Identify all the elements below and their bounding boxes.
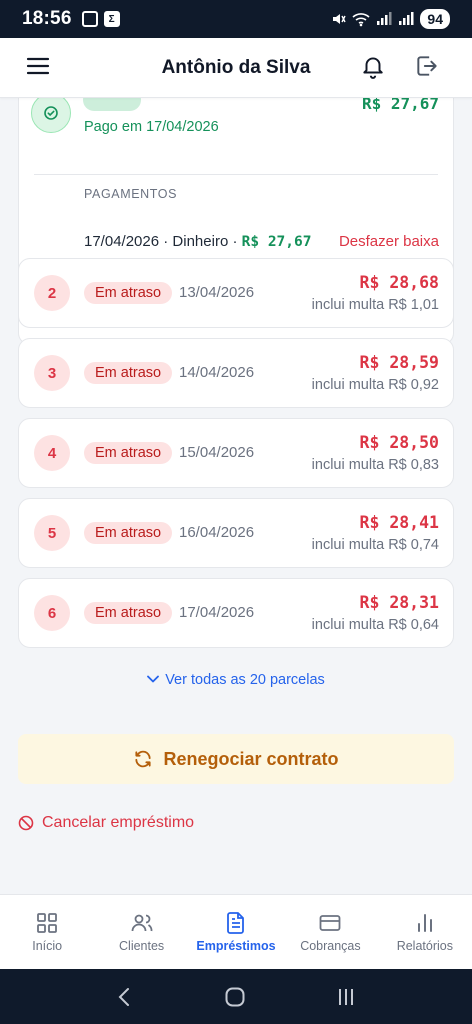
bottom-navigation: Início Clientes Empréstimos Cobranças Re… [0,894,472,969]
app-header: Antônio da Silva [0,38,472,98]
installment-card[interactable]: 3 Em atraso 14/04/2026 R$ 28,59 inclui m… [18,338,454,408]
installment-card[interactable]: 4 Em atraso 15/04/2026 R$ 28,50 inclui m… [18,418,454,488]
screenshot-icon [81,11,98,27]
nav-label: Cobranças [300,939,361,953]
wifi-icon [352,13,370,27]
nav-item-cobrancas[interactable]: Cobranças [283,895,377,969]
divider [34,174,438,175]
installment-amount: R$ 28,50 [359,433,439,452]
paid-check-icon [31,98,71,133]
battery-indicator: 94 [420,9,450,29]
due-date: 16/04/2026 [179,524,255,541]
status-badge: Em atraso [84,602,173,624]
nav-item-emprestimos[interactable]: Empréstimos [189,895,283,969]
paid-amount: R$ 27,67 [361,98,439,113]
see-all-installments-link[interactable]: Ver todas as 20 parcelas [0,672,472,688]
installment-amount: R$ 28,59 [359,353,439,372]
installment-number: 3 [34,355,70,391]
renegotiate-label: Renegociar contrato [163,748,339,769]
status-time: 18:56 [22,8,72,29]
payment-method: Dinheiro [172,233,229,250]
grid-icon [37,913,58,933]
cancel-label: Cancelar empréstimo [42,814,195,831]
see-all-label: Ver todas as 20 parcelas [165,672,325,688]
fine-note: inclui multa R$ 0,83 [311,457,439,473]
installment-card[interactable]: 5 Em atraso 16/04/2026 R$ 28,41 inclui m… [18,498,454,568]
users-icon [131,914,153,932]
credit-card-icon [320,915,341,931]
installment-number: 2 [34,275,70,311]
nav-label: Clientes [119,939,165,953]
fine-note: inclui multa R$ 0,74 [311,537,439,553]
paid-status-badge [83,98,141,111]
installment-amount: R$ 28,31 [359,593,439,612]
installment-amount: R$ 28,41 [359,513,439,532]
installment-amount: R$ 28,68 [359,273,439,292]
signal-icon [377,12,392,25]
payment-amount: R$ 27,67 [241,234,312,250]
recents-icon[interactable] [335,986,357,1008]
app-notification-icon: Σ [103,11,120,27]
fine-note: inclui multa R$ 0,92 [311,377,439,393]
fine-note: inclui multa R$ 1,01 [311,297,439,313]
status-badge: Em atraso [84,442,173,464]
fine-note: inclui multa R$ 0,64 [311,617,439,633]
system-navigation-bar [0,969,472,1024]
content-scroll-area[interactable]: Pago em 17/04/2026 R$ 27,67 PAGAMENTOS 1… [0,98,472,894]
nav-item-relatorios[interactable]: Relatórios [378,895,472,969]
undo-payment-link[interactable]: Desfazer baixa [339,233,439,250]
installment-number: 6 [34,595,70,631]
nav-label: Início [32,939,63,953]
payment-date: 17/04/2026 [84,233,160,250]
paid-date: Pago em 17/04/2026 [84,119,219,135]
mute-icon [333,14,347,24]
bell-icon[interactable] [360,53,386,79]
status-badge: Em atraso [84,362,173,384]
status-badge: Em atraso [84,522,173,544]
status-badge: Em atraso [84,282,173,304]
payments-section-label: PAGAMENTOS [84,187,178,201]
logout-icon[interactable] [414,53,440,79]
installment-number: 4 [34,435,70,471]
nav-item-inicio[interactable]: Início [0,895,94,969]
document-icon [227,912,244,934]
nav-label: Relatórios [396,939,453,953]
refresh-icon [135,750,152,768]
due-date: 14/04/2026 [179,364,255,381]
installment-card[interactable]: 6 Em atraso 17/04/2026 R$ 28,31 inclui m… [18,578,454,648]
installment-card[interactable]: 2 Em atraso 13/04/2026 R$ 28,68 inclui m… [18,258,454,328]
cancel-loan-link[interactable]: Cancelar empréstimo [18,814,194,832]
bar-chart-icon [417,914,432,932]
signal-icon-2 [399,12,414,25]
ban-icon [18,815,34,831]
chevron-down-icon [147,675,160,683]
payment-record: 17/04/2026 · Dinheiro · R$ 27,67 [84,233,312,250]
page-title: Antônio da Silva [161,56,311,78]
nav-item-clientes[interactable]: Clientes [94,895,188,969]
nav-label: Empréstimos [196,939,276,953]
due-date: 17/04/2026 [179,604,255,621]
due-date: 15/04/2026 [179,444,255,461]
home-icon[interactable] [224,986,246,1008]
renegotiate-contract-button[interactable]: Renegociar contrato [18,734,454,784]
back-icon[interactable] [115,986,135,1008]
installment-number: 5 [34,515,70,551]
status-bar: 18:56 Σ 94 [0,0,472,38]
due-date: 13/04/2026 [179,284,255,301]
